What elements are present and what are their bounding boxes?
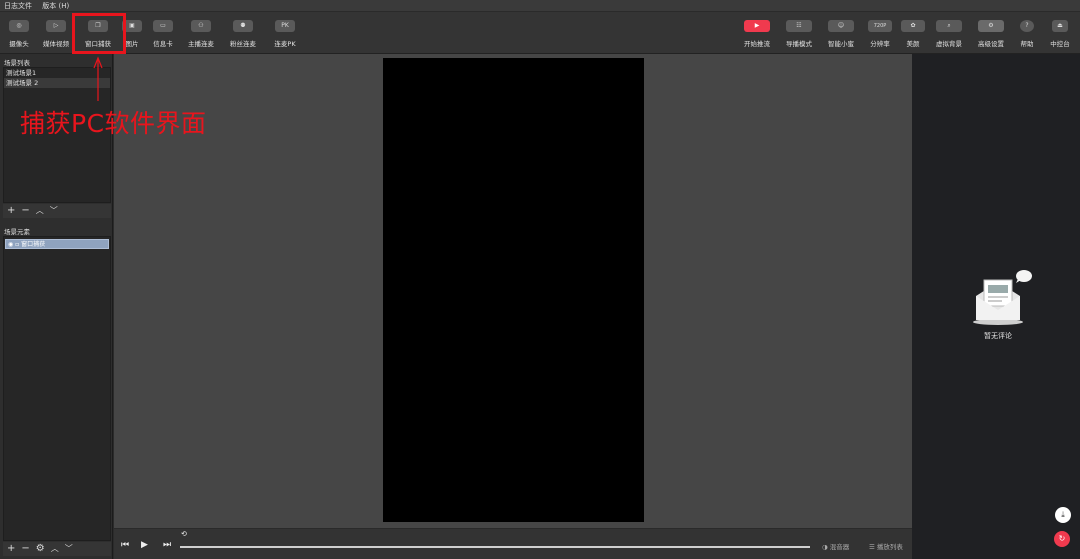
preview-canvas[interactable]: [383, 58, 644, 522]
scene-controls: + − ︿ ﹀: [3, 204, 111, 218]
remove-icon[interactable]: −: [21, 205, 29, 216]
console-button[interactable]: ⏏ 中控台: [1038, 18, 1080, 52]
help-icon: ?: [1020, 20, 1034, 32]
move-down-icon[interactable]: ﹀: [65, 544, 73, 553]
playlist-button[interactable]: ☰ 播放列表: [869, 541, 903, 551]
pk-icon: PK: [275, 20, 295, 32]
next-icon[interactable]: ⏭: [163, 540, 171, 550]
add-icon[interactable]: +: [7, 543, 15, 554]
play-icon[interactable]: ▶: [141, 540, 148, 550]
director-icon: ☷: [786, 20, 812, 32]
virtual-bg-icon: ⌕: [936, 20, 962, 32]
scene-elements-title: 场景元素: [4, 228, 30, 236]
eye-icon[interactable]: ◉: [8, 241, 13, 248]
gear-icon[interactable]: ⚙: [36, 543, 45, 554]
settings-icon: ⚙: [978, 20, 1004, 32]
element-controls: + − ⚙ ︿ ﹀: [3, 542, 111, 556]
element-label: 窗口捕获: [21, 241, 46, 248]
loop-icon[interactable]: ⟲: [181, 530, 187, 538]
fan-link-button[interactable]: ⚉ 粉丝连麦: [221, 18, 265, 52]
list-item[interactable]: ◉ ▫ 窗口捕获: [5, 239, 109, 249]
annotation-arrow: [93, 56, 103, 101]
info-card-icon: ▭: [153, 20, 173, 32]
fan-link-icon: ⚉: [233, 20, 253, 32]
console-icon: ⏏: [1052, 20, 1068, 32]
add-icon[interactable]: +: [7, 205, 15, 216]
director-mode-button[interactable]: ☷ 导播模式: [777, 18, 821, 52]
move-up-icon[interactable]: ︿: [51, 544, 59, 553]
mixer-button[interactable]: ◑ 混音器: [822, 541, 849, 551]
assistant-icon: ☺: [828, 20, 854, 32]
start-stream-button[interactable]: ▶ 开始推流: [735, 18, 779, 52]
download-icon[interactable]: ⤓: [1055, 507, 1071, 523]
menu-bar: 日志文件 版本 (H): [0, 0, 1080, 12]
progress-track[interactable]: [180, 546, 810, 548]
live-icon: ▶: [744, 20, 770, 32]
empty-comments-icon: [973, 270, 1032, 325]
resolution-icon: 720P: [868, 20, 892, 32]
move-up-icon[interactable]: ︿: [36, 206, 44, 215]
link-pk-button[interactable]: PK 连麦PK: [263, 18, 307, 52]
smart-assistant-button[interactable]: ☺ 智能小蜜: [819, 18, 863, 52]
beauty-icon: ✿: [901, 20, 925, 32]
host-link-icon: ⚇: [191, 20, 211, 32]
refresh-icon[interactable]: ↻: [1054, 531, 1070, 547]
playback-bar: ⏮ ▶ ⏭ ⟲ ◑ 混音器 ☰ 播放列表: [114, 528, 912, 559]
previous-icon[interactable]: ⏮: [121, 540, 129, 550]
move-down-icon[interactable]: ﹀: [50, 206, 58, 215]
lock-icon[interactable]: ▫: [15, 241, 19, 248]
empty-comments-text: 暂无评论: [984, 332, 1012, 340]
virtual-background-button[interactable]: ⌕ 虚拟背景: [927, 18, 971, 52]
scene-elements-list: ◉ ▫ 窗口捕获: [3, 236, 111, 541]
host-link-button[interactable]: ⚇ 主播连麦: [179, 18, 223, 52]
remove-icon[interactable]: −: [21, 543, 29, 554]
annotation-text: 捕获PC软件界面: [20, 109, 207, 138]
toolbar: ◎ 摄像头 ▷ 媒体视频 ❐ 窗口捕获 ▣ 图片 ▭ 信息卡 ⚇ 主播连麦 ⚉ 粉丝连麦 PK…: [0, 12, 1080, 54]
